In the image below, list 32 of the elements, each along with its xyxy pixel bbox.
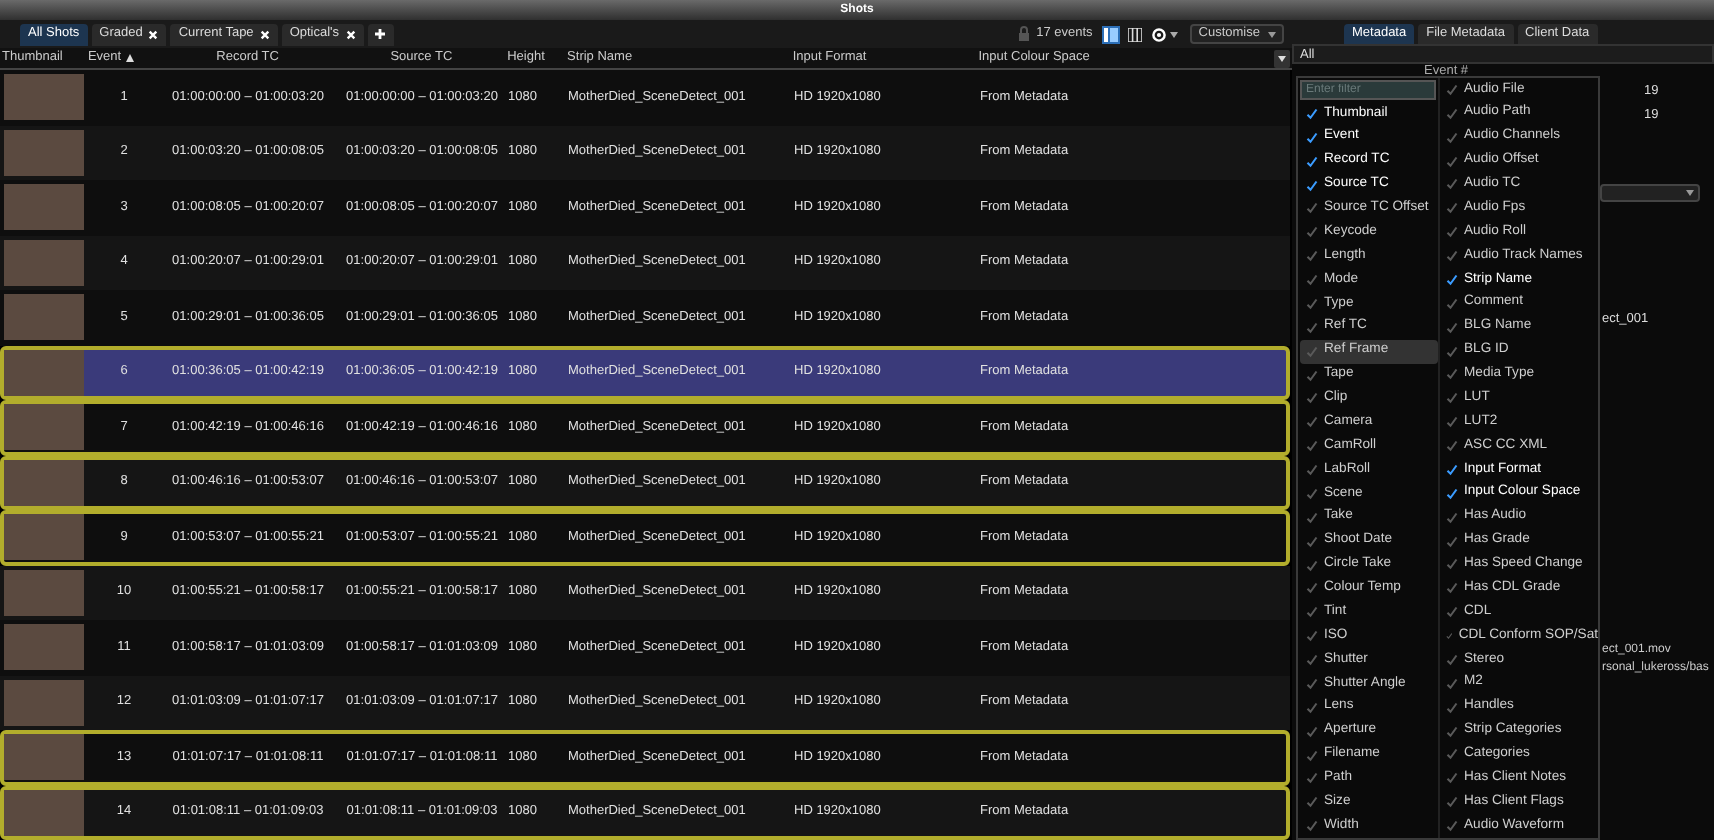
add-tab-button[interactable] — [367, 23, 394, 45]
plus-icon — [374, 28, 387, 40]
close-icon — [148, 29, 159, 39]
photo-placeholder — [4, 459, 84, 506]
list-view-button[interactable] — [1102, 25, 1121, 43]
photo-placeholder — [4, 514, 84, 561]
grid-icon — [1128, 27, 1143, 41]
photo-placeholder — [4, 789, 84, 836]
column-menu-button[interactable] — [1274, 49, 1290, 67]
grid-view-button[interactable] — [1126, 25, 1145, 43]
photo-placeholder — [4, 404, 84, 451]
close-icon — [345, 29, 356, 39]
caret-icon — [1268, 31, 1276, 37]
caret-icon — [1170, 31, 1179, 37]
photo-placeholder — [4, 184, 84, 231]
photo-placeholder — [4, 569, 84, 616]
circle-icon — [1152, 27, 1167, 41]
photo-placeholder — [4, 239, 84, 286]
display-options-button[interactable] — [1150, 27, 1181, 41]
caret-icon — [1686, 190, 1694, 196]
list-icon — [1104, 27, 1119, 41]
photo-placeholder — [4, 129, 84, 176]
caret-icon — [1278, 55, 1286, 61]
close-icon — [259, 29, 270, 39]
photo-placeholder — [4, 624, 84, 671]
photo-placeholder — [4, 74, 84, 121]
photo-placeholder — [4, 349, 84, 396]
photo-placeholder — [4, 734, 84, 781]
photo-placeholder — [4, 679, 84, 726]
dropdown-field[interactable] — [1600, 184, 1700, 202]
lock-icon — [1018, 26, 1031, 42]
photo-placeholder — [4, 294, 84, 341]
